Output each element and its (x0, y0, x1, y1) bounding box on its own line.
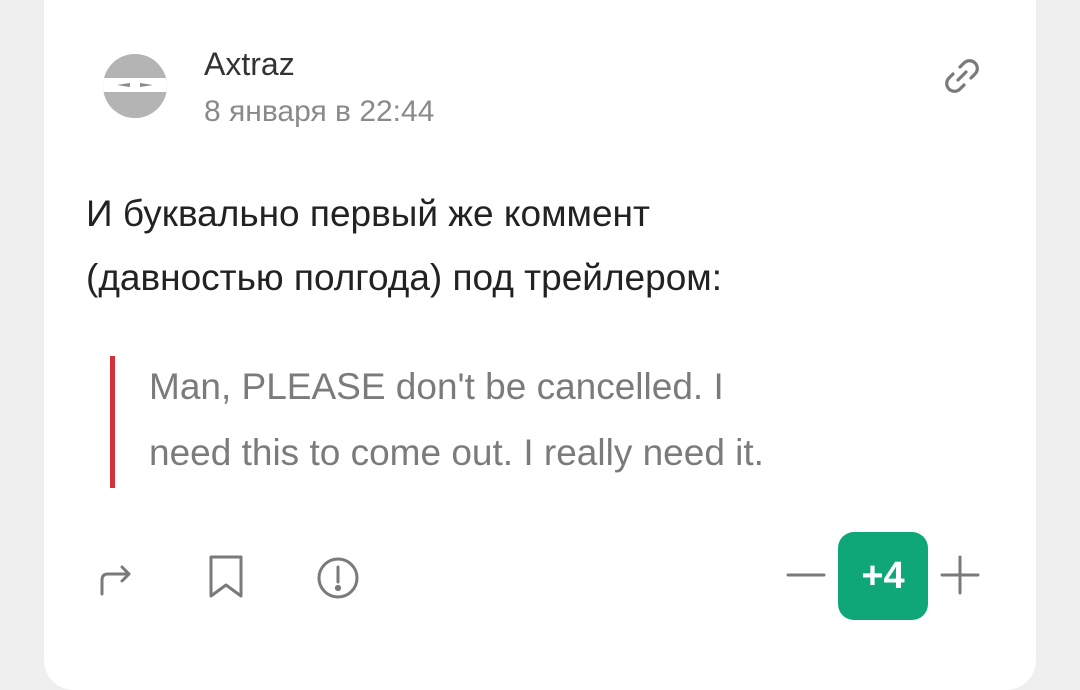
exclamation-circle-icon[interactable] (316, 556, 360, 600)
quote-text: Man, PLEASE don't be cancelled. I need t… (149, 354, 930, 486)
comment-body-line: (давностью полгода) под трейлером: (86, 257, 722, 298)
share-arrow-icon[interactable] (96, 558, 136, 598)
bookmark-icon[interactable] (206, 555, 246, 599)
author-avatar[interactable] (103, 54, 167, 118)
quote-line: Man, PLEASE don't be cancelled. I (149, 366, 724, 407)
link-icon[interactable] (940, 54, 984, 98)
blockquote: Man, PLEASE don't be cancelled. I need t… (110, 356, 930, 488)
post-date[interactable]: 8 января в 22:44 (204, 92, 434, 132)
score-badge: +4 (838, 532, 928, 620)
plus-icon[interactable] (940, 555, 980, 595)
comment-body-line: И буквально первый же коммент (86, 193, 650, 234)
quote-line: need this to come out. I really need it. (149, 432, 764, 473)
comment-body: И буквально первый же коммент (давностью… (86, 182, 986, 310)
minus-icon[interactable] (786, 555, 826, 595)
author-name[interactable]: Axtraz (204, 44, 295, 84)
ninja-avatar-icon (103, 54, 167, 118)
